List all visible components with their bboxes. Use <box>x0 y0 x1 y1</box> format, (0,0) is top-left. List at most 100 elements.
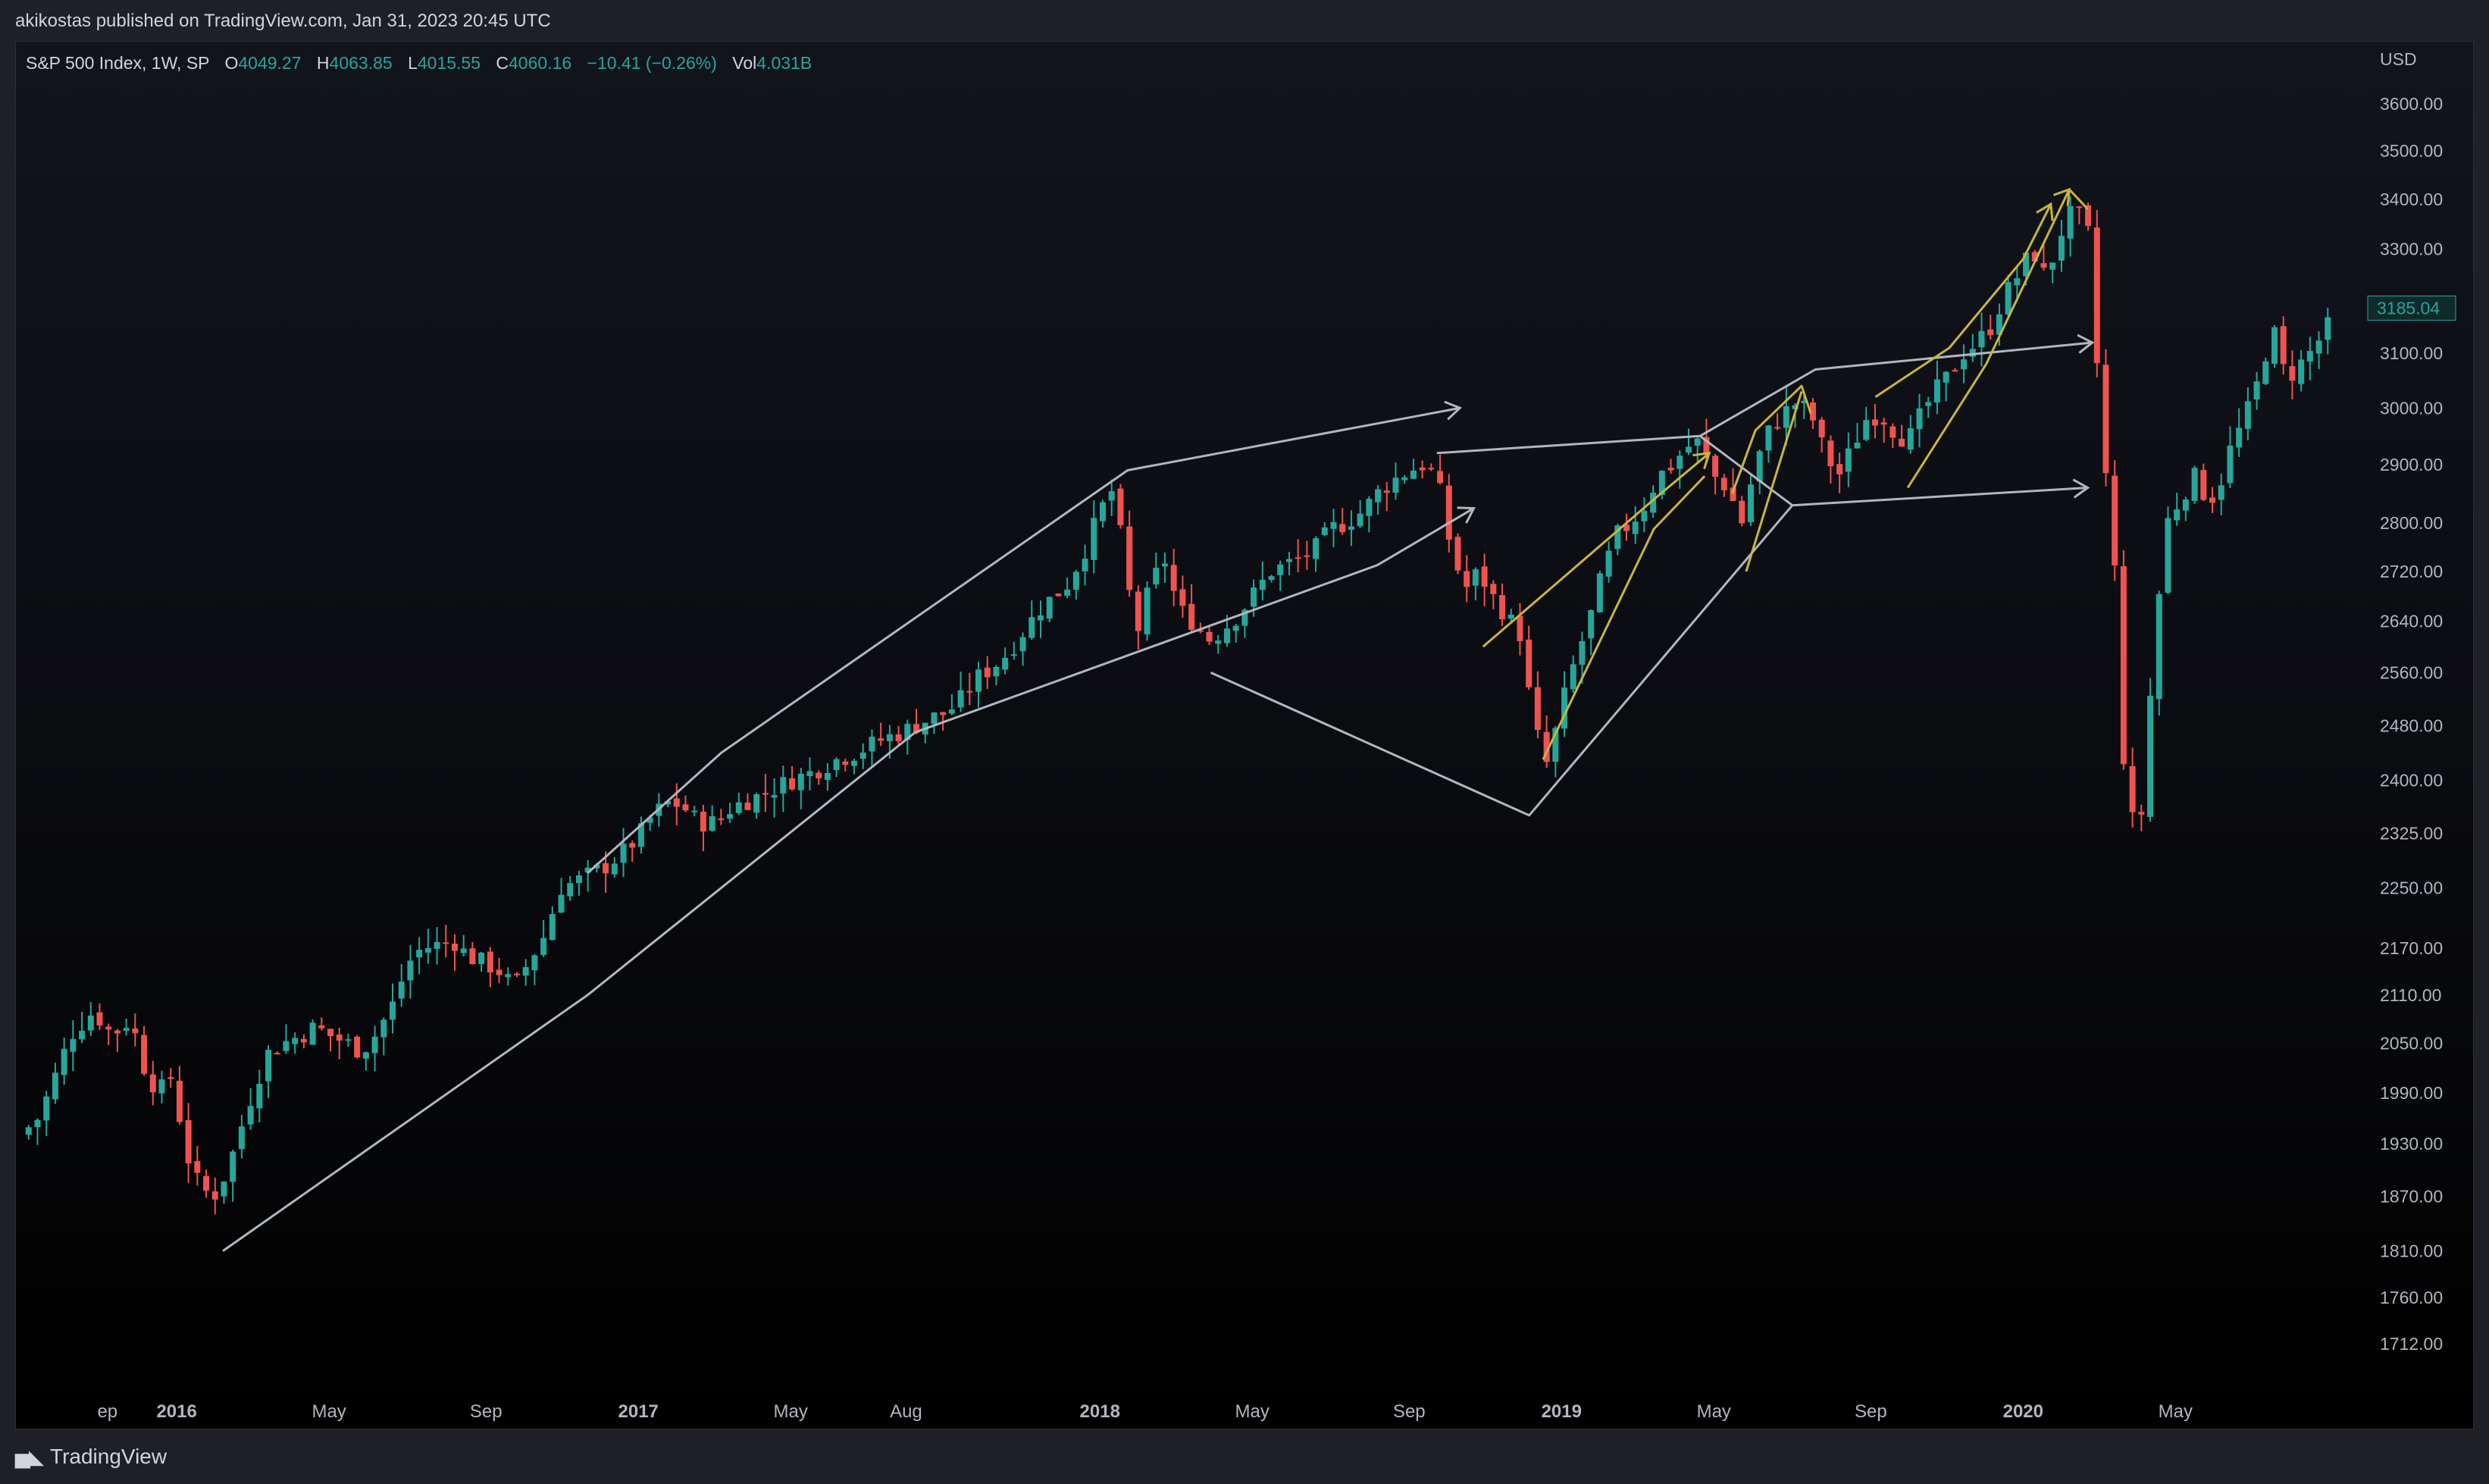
candle-body <box>2093 227 2100 363</box>
candle-body <box>141 1035 148 1074</box>
y-tick-label: 2640.00 <box>2380 612 2443 631</box>
candle-body <box>2174 509 2181 521</box>
candle-body <box>673 798 680 807</box>
candle-body <box>940 712 947 715</box>
candle-body <box>132 1028 139 1034</box>
candle-body <box>1490 584 1497 594</box>
candle-body <box>2058 236 2065 261</box>
candle-body <box>1499 595 1506 619</box>
candle-body <box>1880 422 1887 425</box>
candle-body <box>2067 206 2074 239</box>
candle-body <box>2005 282 2012 315</box>
candle-body <box>1632 521 1639 534</box>
candle-body <box>1739 500 1745 524</box>
candle-body <box>700 811 706 832</box>
candle-body <box>762 793 769 795</box>
candle-body <box>1481 566 1488 587</box>
candle-body <box>993 666 1000 677</box>
legend-close: 4060.16 <box>509 53 572 73</box>
candle-body <box>513 973 520 975</box>
candle-body <box>1304 555 1310 557</box>
candle-body <box>2289 366 2296 381</box>
candle-body <box>478 952 485 964</box>
candle-body <box>1952 370 1958 372</box>
candle-body <box>2147 695 2154 817</box>
candle-body <box>833 759 840 771</box>
candle-body <box>1588 610 1595 639</box>
candle-body <box>1765 425 1772 451</box>
candle-body <box>1153 568 1160 585</box>
candle-body <box>1464 571 1470 587</box>
candle-body <box>718 818 725 820</box>
candle-body <box>1010 654 1017 656</box>
candle-body <box>194 1160 201 1173</box>
candle-body <box>1285 559 1292 562</box>
candle-body <box>1091 518 1097 560</box>
candle-body <box>283 1041 290 1051</box>
candle-body <box>371 1036 378 1054</box>
candle-body <box>1206 631 1213 642</box>
candle-body <box>789 778 796 790</box>
candle-body <box>1135 591 1141 631</box>
y-tick-label: 3100.00 <box>2380 343 2443 363</box>
candle-body <box>1579 640 1586 665</box>
y-tick-label: 3600.00 <box>2380 94 2443 114</box>
candle-body <box>895 734 902 741</box>
candle-body <box>398 982 405 999</box>
legend-low-label: L <box>408 53 418 73</box>
candlestick-chart[interactable]: USD 3600.00 3500.00 3400.00 3300.00 3100.00 30… <box>0 0 2489 1484</box>
candle-body <box>2325 317 2331 340</box>
legend-vol-label: Vol <box>732 53 757 73</box>
candle-body <box>167 1077 174 1079</box>
candle-body <box>931 712 938 725</box>
legend-close-label: C <box>496 53 509 73</box>
candle-body <box>2182 499 2189 511</box>
candle-body <box>52 1072 58 1100</box>
x-tick-label: 2020 <box>2003 1401 2043 1422</box>
candle-body <box>123 1028 130 1032</box>
candle-body <box>1401 477 1408 481</box>
candle-body <box>1978 330 1985 348</box>
candle-body <box>1534 687 1541 731</box>
candle-body <box>2209 497 2216 503</box>
candle-body <box>1117 488 1124 525</box>
y-tick-label: 3500.00 <box>2380 141 2443 161</box>
candle-body <box>443 942 449 944</box>
candle-body <box>1321 527 1328 535</box>
y-tick-label: 2050.00 <box>2380 1033 2443 1053</box>
y-tick-label: 2480.00 <box>2380 715 2443 735</box>
candle-body <box>1170 565 1177 591</box>
candle-body <box>2280 326 2287 365</box>
y-tick-label: 3000.00 <box>2380 398 2443 418</box>
x-tick-label: May <box>1697 1401 1731 1422</box>
candle-body <box>469 948 476 965</box>
candle-body <box>1019 637 1026 652</box>
legend-high: 4063.85 <box>329 53 393 73</box>
candle-body <box>211 1191 218 1200</box>
y-tick-label: 1870.00 <box>2380 1187 2443 1207</box>
candle-body <box>1747 484 1754 523</box>
candle-body <box>43 1096 50 1121</box>
candle-body <box>1383 490 1390 493</box>
candle-body <box>1392 477 1399 493</box>
y-tick-label: 2325.00 <box>2380 823 2443 843</box>
impulse-line <box>1745 390 1803 572</box>
x-tick-label: 2018 <box>1080 1401 1120 1422</box>
brand-name: TradingView <box>50 1445 167 1468</box>
candle-body <box>185 1119 192 1164</box>
candle-body <box>274 1053 280 1055</box>
candle-body <box>2271 327 2278 364</box>
candle-body <box>753 794 760 813</box>
candle-body <box>1854 443 1861 449</box>
candle-body <box>558 894 565 913</box>
trend-line <box>1436 341 2093 455</box>
candle-body <box>230 1151 236 1182</box>
candle-body <box>1889 426 1896 438</box>
brand[interactable]: ▅◣ TradingView <box>15 1445 167 1469</box>
candle-body <box>1188 603 1195 630</box>
candle-body <box>149 1074 156 1093</box>
candle-body <box>1348 526 1354 531</box>
candle-body <box>1712 456 1719 477</box>
trend-line <box>222 507 1475 1252</box>
candle-body <box>966 690 973 693</box>
